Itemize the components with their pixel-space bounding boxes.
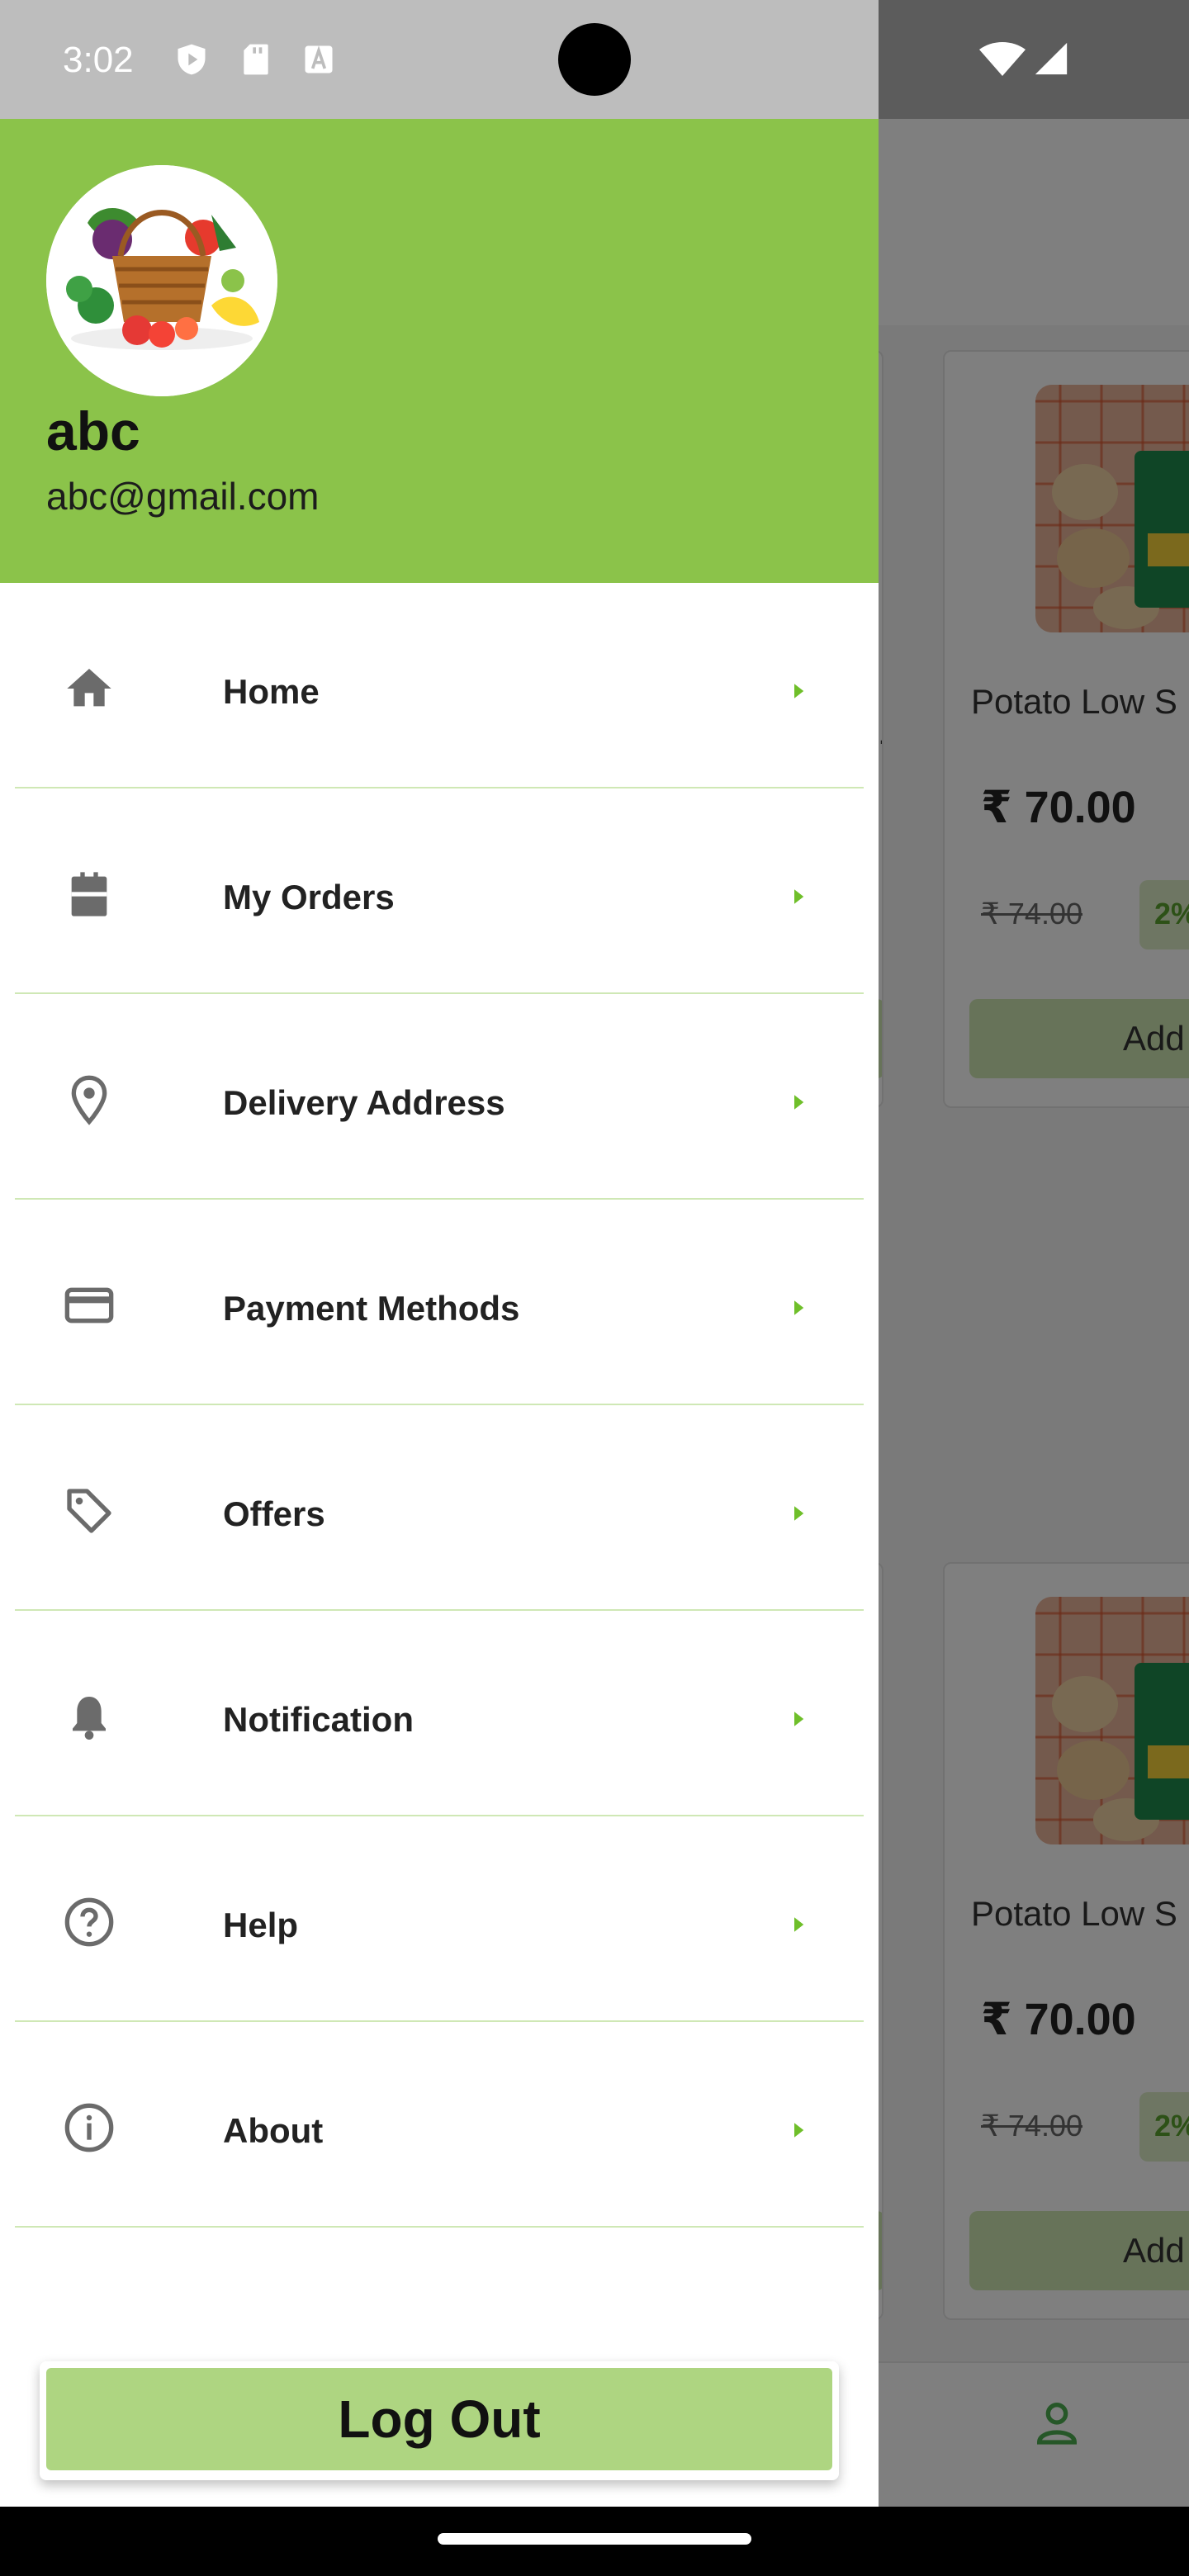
menu-item-delivery-address[interactable]: Delivery Address (15, 994, 864, 1200)
home-icon (67, 669, 111, 707)
menu-label: My Orders (223, 878, 395, 916)
chevron-right-icon (794, 1712, 804, 1726)
menu-item-notification[interactable]: Notification (15, 1611, 864, 1816)
signal-icon (1035, 42, 1068, 75)
chevron-right-icon (794, 1917, 804, 1932)
help-circle-icon (64, 1897, 114, 1947)
navigation-drawer: abc abc@gmail.com Home My Orders Deliver… (0, 119, 879, 2507)
text-a-icon (305, 45, 333, 73)
menu-label: About (223, 2111, 324, 2150)
chevron-right-icon (794, 684, 804, 698)
wifi-icon (979, 42, 1026, 76)
status-bar: 3:02 (0, 0, 1189, 119)
chevron-right-icon (794, 1095, 804, 1110)
drawer-header: abc abc@gmail.com (0, 119, 879, 583)
menu-label: Offers (223, 1494, 325, 1533)
logout-button[interactable]: Log Out (46, 2368, 832, 2470)
menu-item-offers[interactable]: Offers (15, 1405, 864, 1611)
camera-cutout (558, 23, 631, 96)
chevron-right-icon (794, 889, 804, 904)
user-name: abc (46, 400, 140, 462)
credit-card-icon (64, 1287, 114, 1324)
location-pin-icon (71, 1075, 107, 1125)
chevron-right-icon (794, 1300, 804, 1315)
shield-play-icon (178, 44, 206, 75)
avatar[interactable] (46, 165, 277, 396)
chevron-right-icon (794, 1506, 804, 1521)
user-email: abc@gmail.com (46, 475, 320, 518)
sd-card-icon (244, 44, 268, 75)
menu-item-help[interactable]: Help (15, 1816, 864, 2022)
chevron-right-icon (794, 2123, 804, 2138)
menu-item-payment-methods[interactable]: Payment Methods (15, 1200, 864, 1405)
menu-item-my-orders[interactable]: My Orders (15, 788, 864, 994)
vegetable-basket-image (46, 165, 277, 396)
menu-item-about[interactable]: About (15, 2022, 864, 2228)
logout-container: Log Out (40, 2361, 839, 2480)
orders-icon (71, 872, 107, 916)
menu-label: Home (223, 672, 320, 711)
drawer-menu: Home My Orders Delivery Address Payment … (0, 583, 879, 2228)
info-circle-icon (64, 2103, 114, 2152)
menu-label: Payment Methods (223, 1289, 520, 1328)
bell-icon (73, 1697, 106, 1740)
menu-label: Notification (223, 1700, 414, 1739)
menu-label: Help (223, 1906, 299, 1944)
tag-icon (67, 1489, 111, 1533)
menu-item-home[interactable]: Home (15, 583, 864, 788)
home-gesture-handle[interactable] (438, 2533, 751, 2545)
status-time: 3:02 (63, 40, 134, 80)
menu-label: Delivery Address (223, 1083, 505, 1122)
